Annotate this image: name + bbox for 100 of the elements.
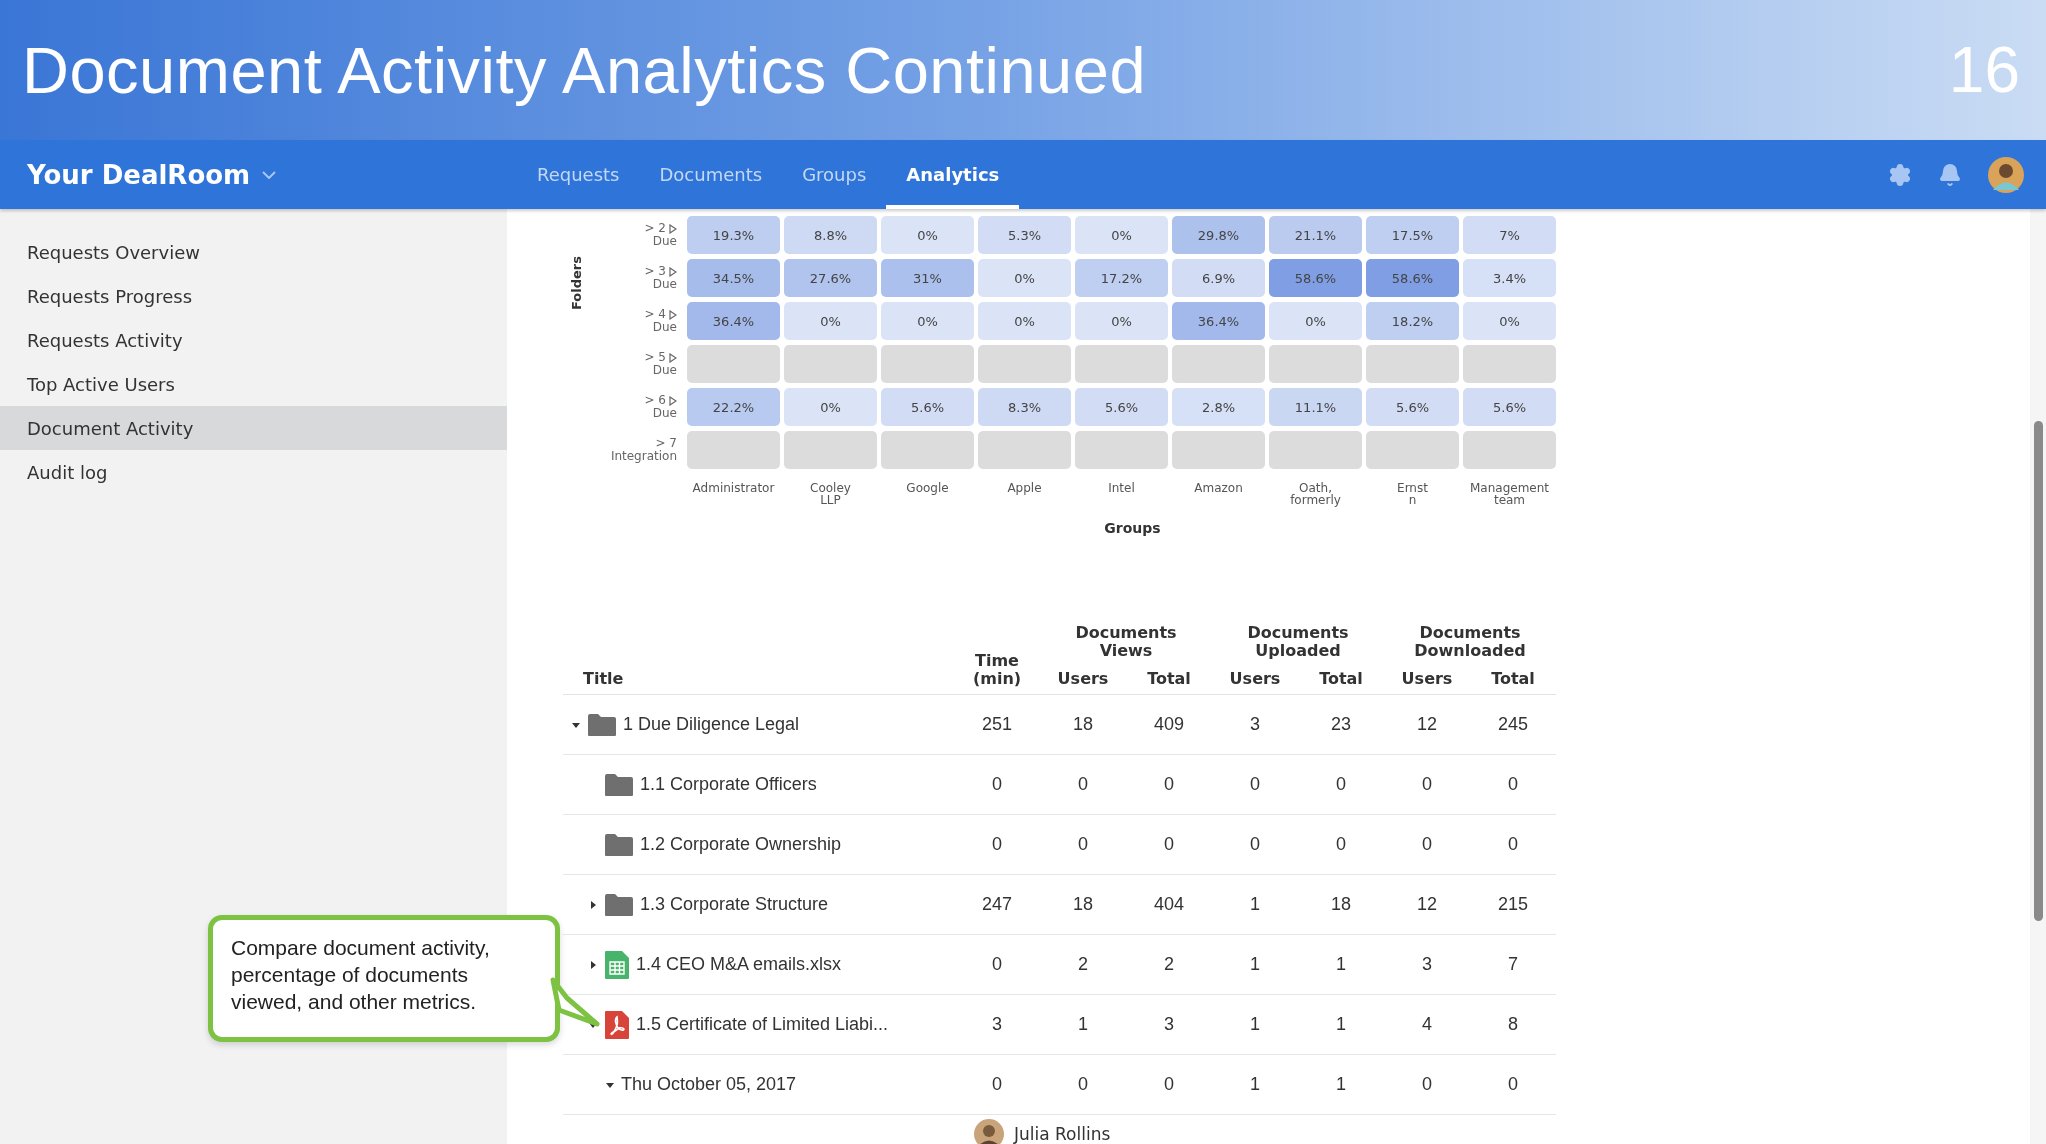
column-group-header: Documents Downloaded bbox=[1413, 624, 1527, 662]
sidebar-item[interactable]: Requests Overview bbox=[0, 230, 507, 274]
row-title[interactable]: 1.4 CEO M&A emails.xlsx bbox=[636, 954, 842, 975]
triangle-icon[interactable] bbox=[669, 266, 677, 277]
table-cell-text: 4 bbox=[1421, 1014, 1433, 1035]
folder-icon bbox=[604, 892, 634, 917]
table-cell-text: 3 bbox=[1421, 954, 1433, 975]
table-cell-text: 0 bbox=[1163, 1074, 1175, 1095]
column-header: Total bbox=[1146, 670, 1192, 688]
heatmap-cell: 5.6% bbox=[881, 388, 974, 426]
heatmap-cell: 5.6% bbox=[1463, 388, 1556, 426]
table-cell-text: 0 bbox=[1421, 834, 1433, 855]
sidebar-item[interactable]: Requests Progress bbox=[0, 274, 507, 318]
heatmap-cell: 17.5% bbox=[1366, 216, 1459, 254]
table-cell-text: 0 bbox=[1507, 1074, 1519, 1095]
table-cell-text: 0 bbox=[1335, 774, 1347, 795]
triangle-icon[interactable] bbox=[669, 223, 677, 234]
table-cell-text: 247 bbox=[980, 894, 1013, 915]
table-cell-text: 8 bbox=[1507, 1014, 1519, 1035]
table-cell-text: 245 bbox=[1496, 714, 1529, 735]
table-cell-text: 1 bbox=[1249, 954, 1261, 975]
row-title[interactable]: 1.3 Corporate Structure bbox=[640, 894, 829, 915]
page-number: 16 bbox=[1948, 33, 2020, 107]
avatar[interactable] bbox=[1988, 156, 2024, 193]
heatmap-cell: 21.1% bbox=[1269, 216, 1362, 254]
heatmap-cell: 0% bbox=[881, 216, 974, 254]
column-header: Time (min) bbox=[971, 652, 1023, 688]
triangle-icon[interactable] bbox=[669, 352, 677, 363]
table-cell-text: 251 bbox=[980, 714, 1013, 735]
heatmap-cell: 0% bbox=[1075, 302, 1168, 340]
row-label: Due bbox=[652, 235, 677, 248]
column-header: Total bbox=[1490, 670, 1536, 688]
caret-icon[interactable] bbox=[588, 959, 598, 970]
column-header: Users bbox=[1056, 670, 1110, 688]
row-title[interactable]: 1.2 Corporate Ownership bbox=[640, 834, 842, 855]
table-cell-text: 0 bbox=[1249, 834, 1261, 855]
scrollbar-thumb[interactable] bbox=[2033, 421, 2043, 921]
column-label: Management team bbox=[1468, 480, 1551, 506]
row-label: > 6 bbox=[644, 394, 666, 407]
table-cell-text: 1 bbox=[1249, 1014, 1261, 1035]
bell-icon[interactable] bbox=[1938, 162, 1962, 187]
heatmap-cell: 5.6% bbox=[1075, 388, 1168, 426]
column-label: Cooley LLP bbox=[809, 480, 852, 506]
table-cell-text: 0 bbox=[991, 774, 1003, 795]
table-cell-text: 0 bbox=[1421, 774, 1433, 795]
sidebar-item[interactable]: Top Active Users bbox=[0, 362, 507, 406]
row-title[interactable]: 1.1 Corporate Officers bbox=[640, 774, 817, 795]
folder-icon bbox=[587, 712, 617, 737]
heatmap-cell: 0% bbox=[978, 259, 1071, 297]
sidebar-item[interactable]: Audit log bbox=[0, 450, 507, 494]
user-name: Julia Rollins bbox=[1014, 1124, 1111, 1144]
heatmap-cell: 0% bbox=[784, 302, 877, 340]
table-cell-text: 1 bbox=[1335, 954, 1347, 975]
nav-tab[interactable]: Analytics bbox=[886, 140, 1020, 209]
table-cell-text: 0 bbox=[1077, 1074, 1089, 1095]
table-cell-text: 0 bbox=[991, 1074, 1003, 1095]
column-group-header: Documents Views bbox=[1074, 624, 1178, 662]
workspace-menu[interactable]: Your DealRoom bbox=[0, 140, 507, 209]
table-cell-text: 0 bbox=[1249, 774, 1261, 795]
row-title[interactable]: 1 Due Diligence Legal bbox=[623, 714, 800, 735]
heatmap-cell: 19.3% bbox=[687, 216, 780, 254]
table-cell-text: 12 bbox=[1416, 894, 1438, 915]
heatmap-cell: 0% bbox=[881, 302, 974, 340]
sidebar-item[interactable]: Document Activity bbox=[0, 406, 507, 450]
table-cell-text: 0 bbox=[1335, 834, 1347, 855]
table-cell-text: 0 bbox=[1163, 774, 1175, 795]
row-title[interactable]: Thu October 05, 2017 bbox=[621, 1074, 797, 1095]
caret-icon[interactable] bbox=[588, 899, 598, 910]
heatmap-cell: 8.3% bbox=[978, 388, 1071, 426]
heatmap-cell: 8.8% bbox=[784, 216, 877, 254]
column-label: Administrator bbox=[691, 480, 776, 494]
column-header: Users bbox=[1228, 670, 1282, 688]
heatmap-cell: 34.5% bbox=[687, 259, 780, 297]
row-label: Due bbox=[652, 407, 677, 420]
pdf-icon bbox=[604, 1009, 630, 1040]
table-cell-text: 3 bbox=[1163, 1014, 1175, 1035]
column-label: Apple bbox=[1006, 480, 1043, 494]
callout-text: Compare document activity, percentage of documents viewed, and other metrics. bbox=[231, 935, 491, 1015]
spreadsheet-icon bbox=[604, 949, 630, 980]
table-cell-text: 1 bbox=[1335, 1014, 1347, 1035]
heatmap-cell: 7% bbox=[1463, 216, 1556, 254]
sidebar-item[interactable]: Requests Activity bbox=[0, 318, 507, 362]
table-cell-text: 1 bbox=[1249, 894, 1261, 915]
axis-label: Folders bbox=[568, 256, 584, 310]
heatmap-cell: 17.2% bbox=[1075, 259, 1168, 297]
heatmap-cell: 36.4% bbox=[1172, 302, 1265, 340]
table-cell-text: 23 bbox=[1330, 714, 1352, 735]
column-group-header: Documents Uploaded bbox=[1246, 624, 1350, 662]
slide-title: Document Activity Analytics Continued bbox=[22, 32, 1147, 108]
heatmap-cell: 0% bbox=[1463, 302, 1556, 340]
table-cell-text: 18 bbox=[1072, 714, 1094, 735]
column-label: Intel bbox=[1107, 480, 1136, 494]
table-cell-text: 1 bbox=[1077, 1014, 1089, 1035]
row-title[interactable]: 1.5 Certificate of Limited Liabi... bbox=[636, 1014, 889, 1035]
row-label: > 3 bbox=[644, 265, 666, 278]
table-cell-text: 409 bbox=[1152, 714, 1185, 735]
column-label: Ernst n bbox=[1396, 480, 1429, 506]
table-cell-text: 3 bbox=[991, 1014, 1003, 1035]
triangle-icon[interactable] bbox=[669, 309, 677, 320]
triangle-icon[interactable] bbox=[669, 395, 677, 406]
